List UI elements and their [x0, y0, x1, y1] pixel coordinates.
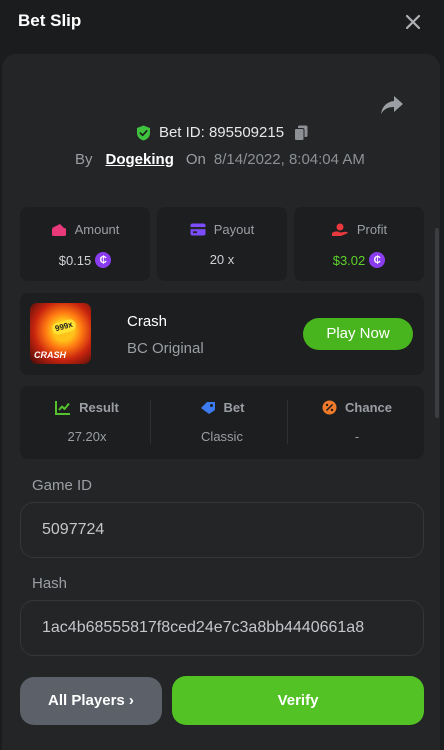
tag-icon [200, 401, 215, 414]
divider [287, 400, 288, 444]
bet-value: Classic [201, 429, 243, 444]
bet-label: Bet [223, 400, 245, 415]
thumb-badge: 999x [50, 318, 78, 336]
bet-id-label: Bet ID: 895509215 [158, 124, 285, 141]
thumb-text: CRASH [34, 350, 67, 360]
bet-column: Bet Classic [155, 386, 289, 459]
coin-icon: ₵ [369, 252, 386, 268]
hash-label: Hash [32, 575, 68, 592]
verify-button[interactable]: Verify [172, 676, 424, 725]
bet-id-value: 895509215 [208, 124, 285, 141]
payout-card: Payout 20 x [157, 207, 287, 281]
result-value: 27.20x [67, 429, 107, 444]
shield-check-icon [136, 125, 150, 140]
divider [150, 400, 151, 444]
share-icon[interactable] [380, 94, 404, 116]
payout-value: 20 x [209, 252, 235, 267]
amount-label: Amount [74, 222, 120, 237]
by-label: By [75, 151, 93, 168]
result-card: Result 27.20x Bet Classic Chance - [20, 386, 424, 459]
coin-icon: ₵ [95, 252, 112, 268]
profit-value: $3.02 [332, 252, 366, 268]
close-icon[interactable] [403, 12, 423, 32]
bet-meta-row: By Dogeking On 8/14/2022, 8:04:04 AM [75, 151, 365, 168]
chance-value: - [354, 429, 360, 444]
scrollbar[interactable] [435, 228, 439, 418]
result-column: Result 27.20x [20, 386, 154, 459]
profit-card: Profit $3.02 ₵ [294, 207, 424, 281]
profit-label: Profit [356, 222, 388, 237]
user-link[interactable]: Dogeking [106, 151, 174, 168]
game-id-label: Game ID [32, 477, 93, 494]
all-players-button[interactable]: All Players › [20, 677, 162, 725]
result-label: Result [79, 400, 119, 415]
game-subtitle: BC Original [127, 340, 204, 357]
bet-id-row: Bet ID: 895509215 [0, 124, 444, 141]
card-icon [190, 223, 206, 236]
copy-icon[interactable] [294, 125, 308, 141]
percent-icon [322, 400, 337, 415]
header: Bet Slip [0, 0, 444, 44]
bet-datetime: 8/14/2022, 8:04:04 AM [213, 151, 365, 168]
amount-card: Amount $0.15 ₵ [20, 207, 150, 281]
page-title: Bet Slip [18, 11, 82, 30]
game-card: 999x CRASH Crash BC Original Play Now [20, 293, 424, 375]
game-name: Crash [127, 313, 168, 330]
amount-value: $0.15 [58, 252, 92, 268]
chance-label: Chance [345, 400, 392, 415]
chance-column: Chance - [290, 386, 424, 459]
play-now-button[interactable]: Play Now [303, 318, 413, 350]
game-id-field[interactable]: 5097724 [20, 502, 424, 558]
wallet-icon [51, 223, 66, 236]
on-label: On [185, 151, 206, 168]
hash-field[interactable]: 1ac4b68555817f8ced24e7c3a8bb4440661a8 [20, 600, 424, 656]
payout-label: Payout [213, 222, 255, 237]
game-thumbnail[interactable]: 999x CRASH [30, 303, 91, 364]
chart-check-icon [55, 401, 71, 415]
hand-coin-icon [331, 223, 348, 236]
